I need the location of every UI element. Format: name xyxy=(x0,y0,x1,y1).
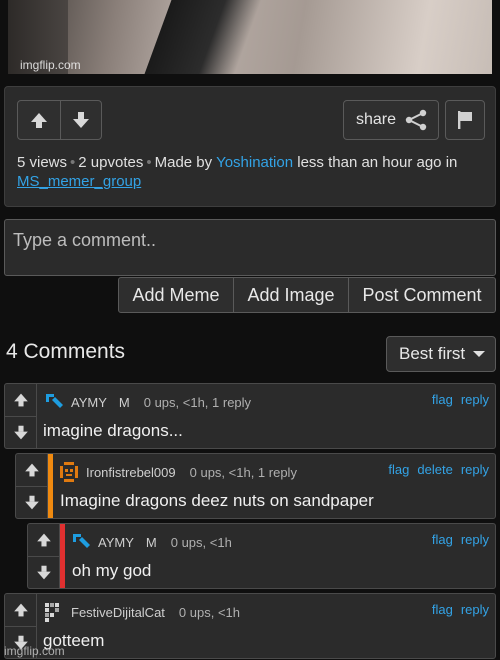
comment-downvote-button[interactable] xyxy=(5,416,36,448)
reply-link[interactable]: reply xyxy=(461,602,489,617)
comment-input[interactable]: Type a comment.. xyxy=(4,219,496,276)
post-vote-group xyxy=(17,100,102,140)
add-image-button[interactable]: Add Image xyxy=(233,278,348,312)
comment-vote-group xyxy=(16,454,48,518)
up-arrow-icon xyxy=(24,463,39,476)
down-arrow-icon xyxy=(13,425,28,440)
comment-item: AYMY M 0 ups, <1h, 1 reply flag reply im… xyxy=(4,383,496,449)
down-arrow-icon xyxy=(24,495,39,510)
comment-header: AYMY M 0 ups, <1h, 1 reply xyxy=(43,391,251,413)
comment-text: Imagine dragons deez nuts on sandpaper xyxy=(60,491,374,510)
comment-actions: Add Meme Add Image Post Comment xyxy=(118,277,496,313)
made-by-label: Made by xyxy=(154,154,213,171)
comment-actions: flag reply xyxy=(432,532,489,547)
views-count: 5 views xyxy=(17,154,68,171)
comment-item: AYMY M 0 ups, <1h flag reply oh my god xyxy=(27,523,496,589)
comment-downvote-button[interactable] xyxy=(28,556,59,588)
comment-username[interactable]: Ironfistrebel009 xyxy=(86,465,176,480)
comment-meta: 0 ups, <1h, 1 reply xyxy=(143,394,252,410)
flag-icon xyxy=(458,111,472,129)
sort-label: Best first xyxy=(399,344,466,363)
comment-meta: 0 ups, <1h xyxy=(178,604,240,620)
up-arrow-icon xyxy=(30,112,47,128)
author-link[interactable]: Yoshination xyxy=(216,154,293,171)
comment-downvote-button[interactable] xyxy=(16,486,47,518)
comment-item: Ironfistrebel009 0 ups, <1h, 1 reply fla… xyxy=(15,453,496,519)
flag-link[interactable]: flag xyxy=(432,602,453,617)
add-meme-button[interactable]: Add Meme xyxy=(119,278,233,312)
delete-link[interactable]: delete xyxy=(417,462,452,477)
flag-link[interactable]: flag xyxy=(432,532,453,547)
comment-vote-group xyxy=(5,384,37,448)
meme-image[interactable]: imgflip.com xyxy=(8,0,492,74)
reply-link[interactable]: reply xyxy=(461,462,489,477)
post-comment-button[interactable]: Post Comment xyxy=(348,278,495,312)
comment-text: imagine dragons... xyxy=(43,421,183,440)
sort-dropdown[interactable]: Best first xyxy=(386,336,496,372)
upvotes-count: 2 upvotes xyxy=(78,154,144,171)
chevron-down-icon xyxy=(473,351,486,357)
image-watermark: imgflip.com xyxy=(20,58,81,72)
comment-meta: 0 ups, <1h xyxy=(170,534,232,550)
upvote-button[interactable] xyxy=(18,101,60,139)
down-arrow-icon xyxy=(36,565,51,580)
mod-badge: M xyxy=(118,394,130,410)
mod-badge: M xyxy=(145,534,157,550)
up-arrow-icon xyxy=(13,393,28,406)
reply-accent-bar xyxy=(48,454,53,518)
comment-header: FestiveDijitalCat 0 ups, <1h xyxy=(43,601,240,623)
comment-meta: 0 ups, <1h, 1 reply xyxy=(189,464,297,480)
pickaxe-avatar-icon[interactable] xyxy=(43,391,65,413)
flag-button[interactable] xyxy=(445,100,485,140)
footer-watermark: imgflip.com xyxy=(4,644,65,658)
comment-upvote-button[interactable] xyxy=(28,524,59,556)
group-link[interactable]: MS_memer_group xyxy=(17,173,141,190)
share-button[interactable]: share xyxy=(343,100,439,140)
comment-username[interactable]: FestiveDijitalCat xyxy=(71,605,165,620)
up-arrow-icon xyxy=(13,603,28,616)
comment-username[interactable]: AYMY xyxy=(71,395,107,410)
comment-vote-group xyxy=(28,524,60,588)
comment-actions: flag reply xyxy=(432,392,489,407)
reply-accent-bar xyxy=(60,524,65,588)
post-meta-panel: share 5 views • 2 upvotes • Made by Yoshinat… xyxy=(4,86,496,207)
comments-count: 4 Comments xyxy=(6,340,126,363)
flag-link[interactable]: flag xyxy=(432,392,453,407)
pixel-face-avatar-icon[interactable] xyxy=(58,461,80,483)
reply-link[interactable]: reply xyxy=(461,392,489,407)
comment-actions: flag reply xyxy=(432,602,489,617)
comment-upvote-button[interactable] xyxy=(16,454,47,486)
comment-actions: flag delete reply xyxy=(388,462,489,477)
pixel-cat-avatar-icon[interactable] xyxy=(43,601,65,623)
reply-link[interactable]: reply xyxy=(461,532,489,547)
down-arrow-icon xyxy=(72,111,89,128)
comment-username[interactable]: AYMY xyxy=(98,535,134,550)
comment-header: Ironfistrebel009 0 ups, <1h, 1 reply xyxy=(58,461,297,483)
flag-link[interactable]: flag xyxy=(388,462,409,477)
comment-upvote-button[interactable] xyxy=(5,384,36,416)
share-icon xyxy=(405,109,427,131)
comment-item: FestiveDijitalCat 0 ups, <1h flag reply … xyxy=(4,593,496,659)
up-arrow-icon xyxy=(36,533,51,546)
share-label: share xyxy=(356,111,397,128)
post-time: less than an hour ago in xyxy=(297,154,458,171)
downvote-button[interactable] xyxy=(59,101,102,139)
comment-header: AYMY M 0 ups, <1h xyxy=(70,531,232,553)
pickaxe-avatar-icon[interactable] xyxy=(70,531,92,553)
post-stats: 5 views • 2 upvotes • Made by Yoshination le… xyxy=(17,154,458,190)
comment-text: oh my god xyxy=(72,561,152,580)
comment-upvote-button[interactable] xyxy=(5,594,36,626)
